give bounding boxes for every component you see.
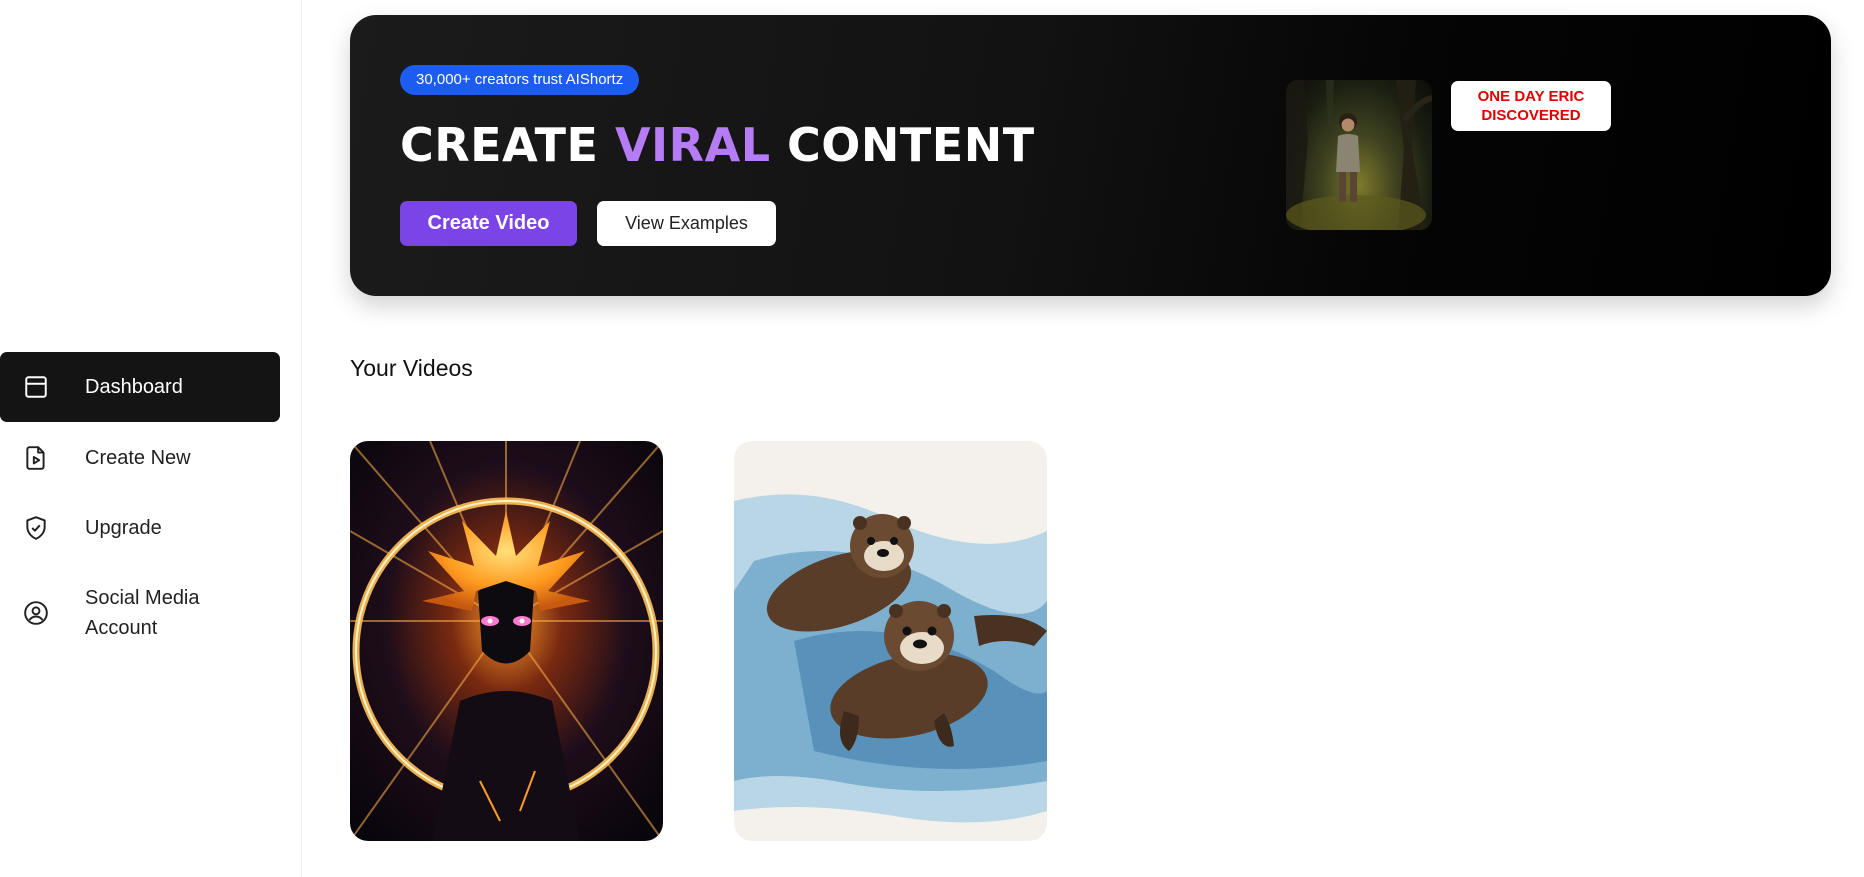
sidebar-item-dashboard[interactable]: Dashboard [0, 352, 280, 422]
sidebar-item-label: Dashboard [85, 376, 183, 398]
anime-character-thumbnail [350, 441, 663, 841]
video-card[interactable] [350, 441, 663, 841]
sidebar-item-social-media-account[interactable]: Social Media Account [0, 568, 280, 658]
video-card[interactable] [734, 441, 1047, 841]
file-play-icon [22, 444, 50, 472]
shield-check-icon [22, 514, 50, 542]
hero-title-part2: CONTENT [770, 118, 1035, 172]
sea-otters-thumbnail [734, 441, 1047, 841]
sidebar-item-label: Upgrade [85, 517, 162, 539]
hero-banner: 30,000+ creators trust AIShortz CREATE V… [350, 15, 1831, 296]
sidebar-item-upgrade[interactable]: Upgrade [0, 493, 280, 563]
caption-preview: ONE DAY ERIC DISCOVERED [1451, 81, 1611, 131]
hero-title: CREATE VIRAL CONTENT [400, 115, 1035, 175]
view-examples-button[interactable]: View Examples [597, 201, 776, 246]
sidebar-item-label: Create New [85, 447, 191, 469]
create-video-button[interactable]: Create Video [400, 201, 577, 246]
your-videos-heading: Your Videos [350, 355, 473, 381]
user-circle-icon [22, 599, 50, 627]
sidebar-item-label: Social Media Account [85, 587, 200, 639]
trust-badge: 30,000+ creators trust AIShortz [400, 65, 640, 95]
sidebar: Dashboard Create New Upgrade Social Medi… [0, 0, 302, 877]
story-preview-image [1286, 80, 1432, 230]
hero-title-part1: CREATE [400, 118, 615, 172]
sidebar-item-create-new[interactable]: Create New [0, 423, 280, 493]
hero-title-accent: VIRAL [614, 118, 771, 172]
dashboard-icon [22, 373, 50, 401]
